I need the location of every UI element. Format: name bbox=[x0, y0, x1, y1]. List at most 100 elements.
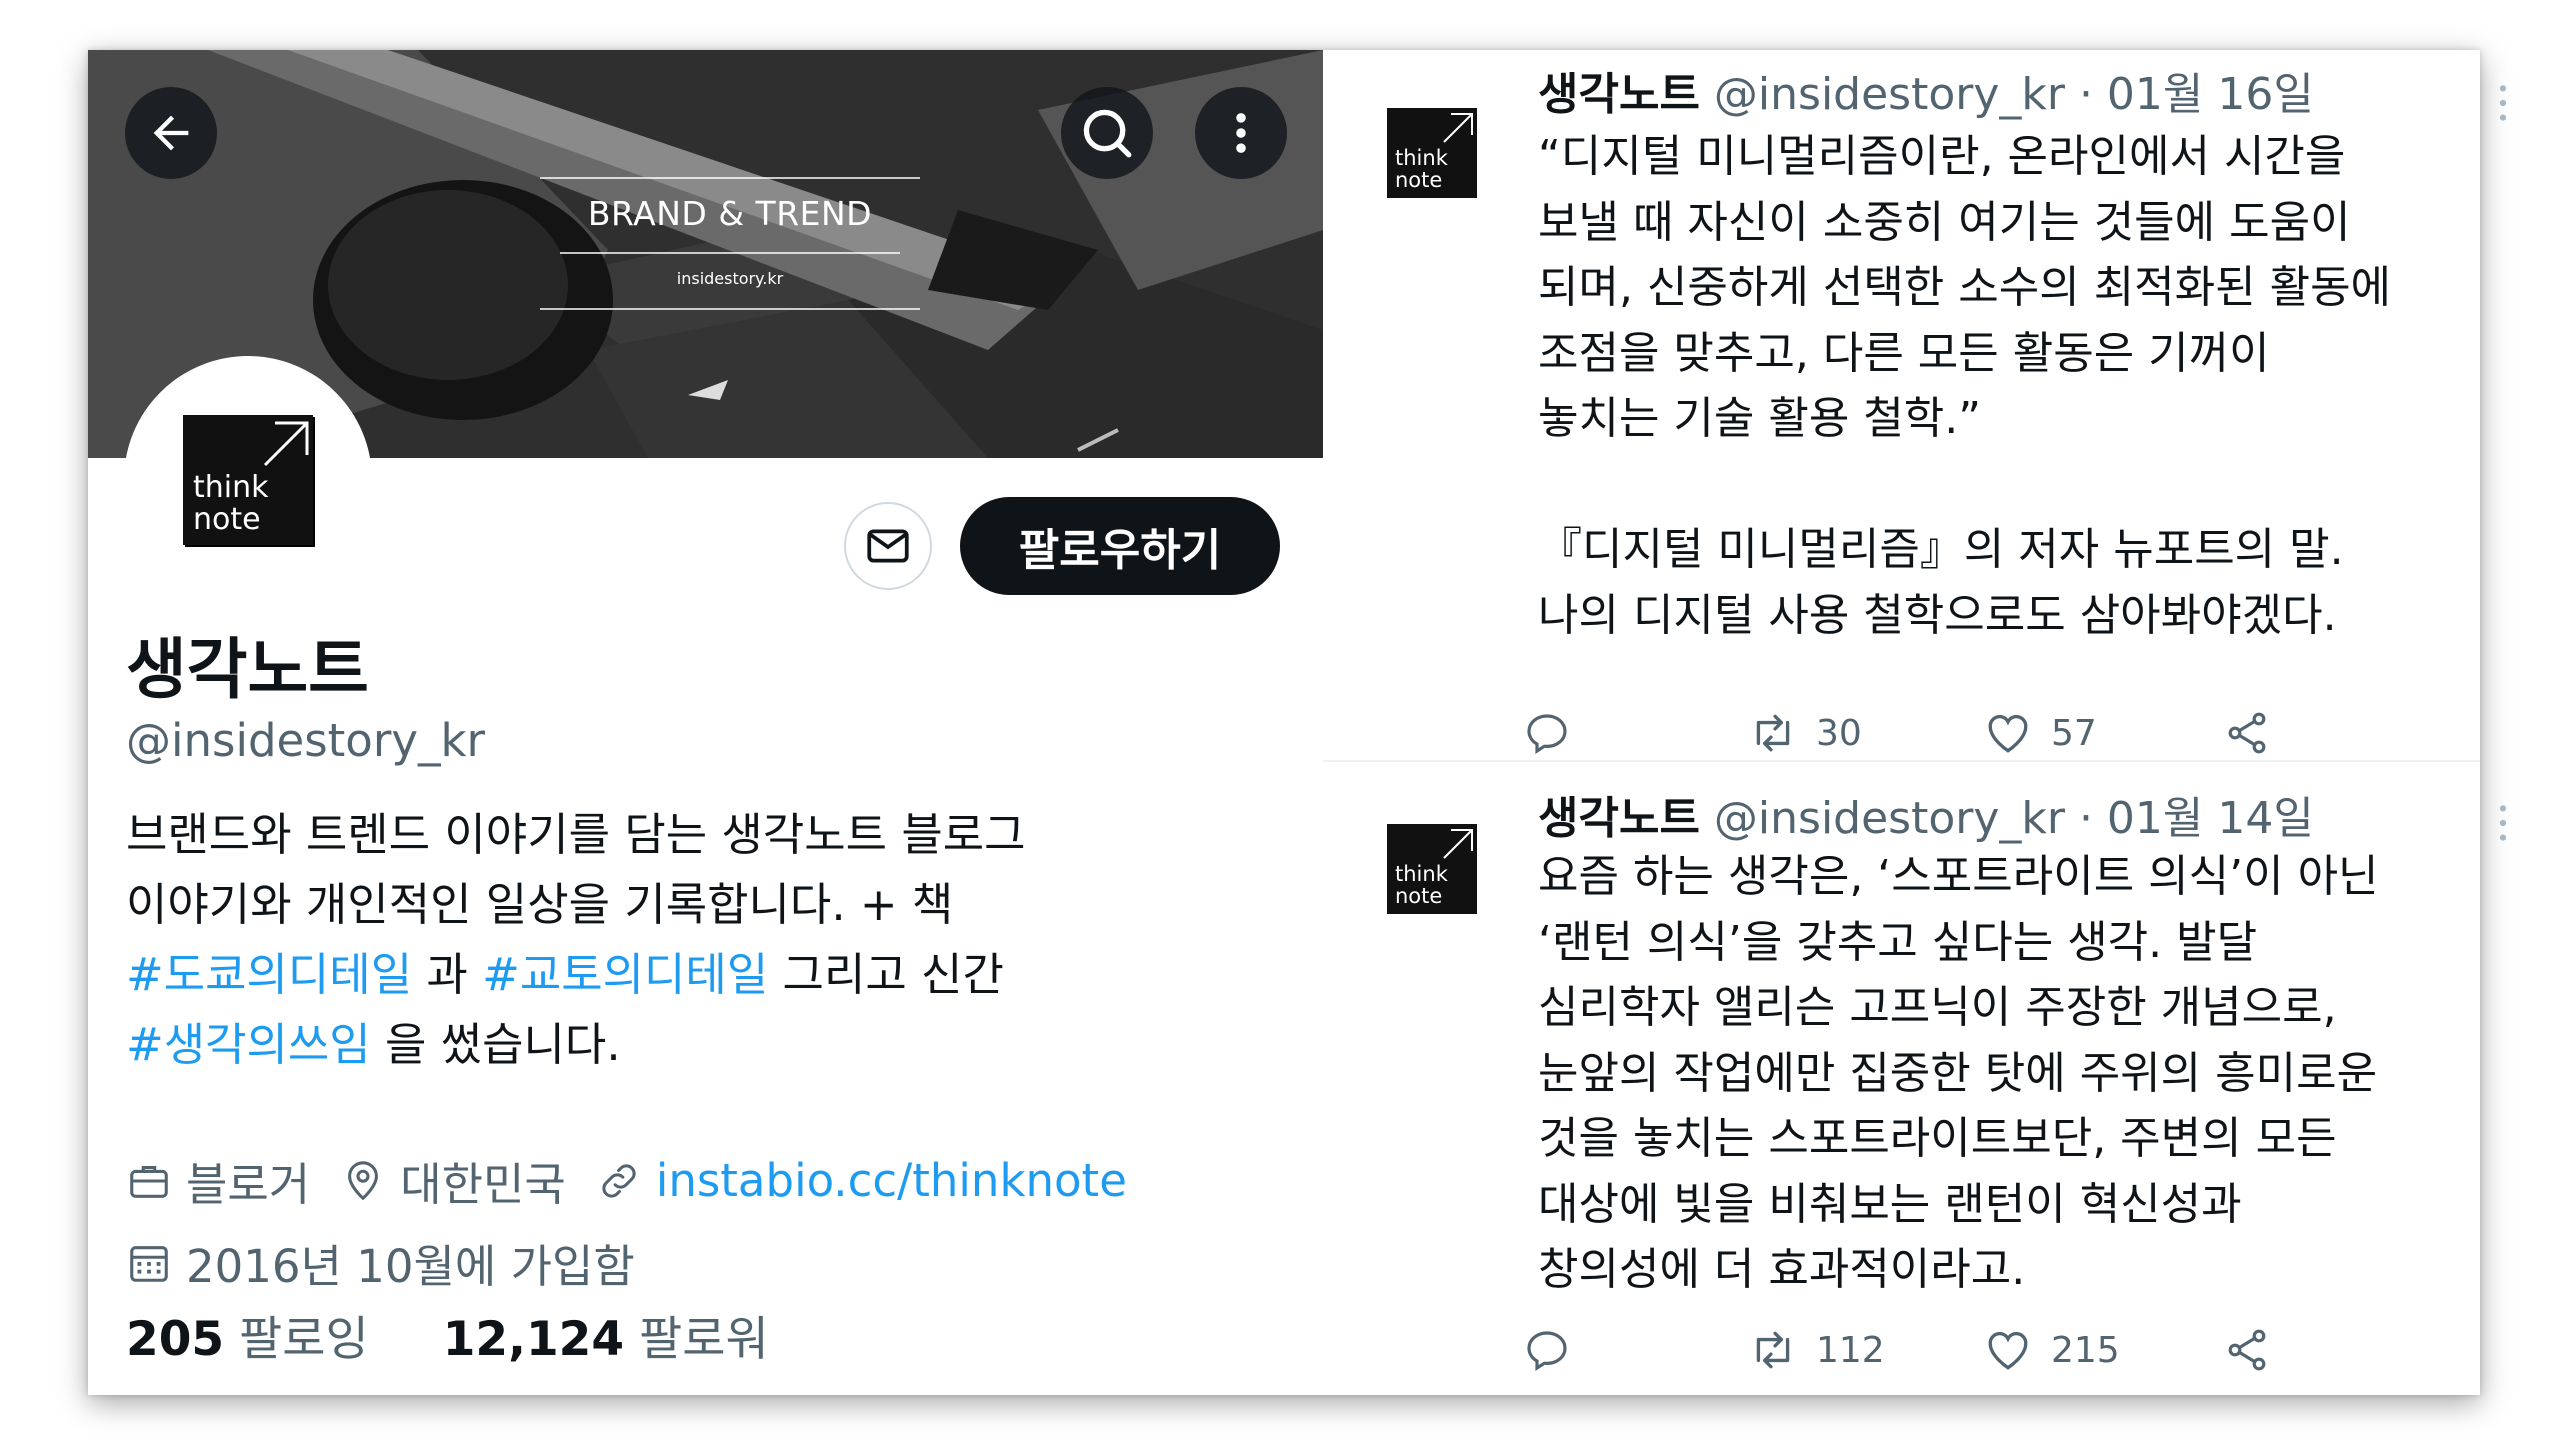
follow-button[interactable]: 팔로우하기 bbox=[960, 497, 1280, 595]
tweet-line: 요즘 하는 생각은, ‘스포트라이트 의식’이 아닌 bbox=[1538, 851, 2379, 902]
tweet-header: 생각노트 @insidestory_kr · 01월 16일 bbox=[1538, 58, 2314, 122]
banner-rule-bottom bbox=[540, 308, 920, 310]
website[interactable]: instabio.cc/thinknote bbox=[596, 1154, 1127, 1207]
retweet-count: 30 bbox=[1816, 712, 1862, 754]
arrow-left-icon bbox=[153, 115, 189, 151]
like-count: 57 bbox=[2051, 712, 2097, 754]
bio-text: 을 썼습니다. bbox=[370, 1018, 621, 1071]
tweet-author-name[interactable]: 생각노트 bbox=[1538, 793, 1700, 844]
bio-line: 이야기와 개인적인 일상을 기록합니다. + 책 bbox=[126, 878, 954, 931]
bio-text: 그리고 신간 bbox=[768, 948, 1004, 1001]
more-options-button[interactable] bbox=[1195, 87, 1287, 179]
tweet-line: 되며, 신중하게 선택한 소수의 최적화된 활동에 bbox=[1538, 262, 2392, 313]
tweet-author-name[interactable]: 생각노트 bbox=[1538, 69, 1700, 120]
display-name: 생각노트 bbox=[126, 631, 369, 708]
tweet-text: 요즘 하는 생각은, ‘스포트라이트 의식’이 아닌 ‘랜턴 의식’을 갖추고 … bbox=[1538, 844, 2379, 1303]
tweet-line: 보낼 때 자신이 소중히 여기는 것들에 도움이 bbox=[1538, 196, 2351, 248]
heart-icon bbox=[1988, 714, 2028, 753]
tweet[interactable]: think note 생각노트 @insidestory_kr · 01월 14… bbox=[1323, 782, 2507, 1395]
like-count: 215 bbox=[2051, 1329, 2120, 1371]
tweet-header: 생각노트 @insidestory_kr · 01월 14일 bbox=[1538, 782, 2314, 846]
search-button[interactable] bbox=[1061, 87, 1153, 179]
tweet-line: ‘랜턴 의식’을 갖추고 싶다는 생각. 발달 bbox=[1538, 916, 2258, 968]
bio-line: 브랜드와 트렌드 이야기를 담는 생각노트 블로그 bbox=[126, 808, 1026, 861]
banner-rule-top bbox=[540, 177, 920, 179]
tweet-avatar[interactable]: think note bbox=[1387, 108, 1477, 198]
search-icon bbox=[1083, 109, 1132, 158]
retweet-button[interactable]: 112 bbox=[1748, 1320, 1885, 1380]
hashtag-link[interactable]: #생각의쓰임 bbox=[126, 1018, 371, 1071]
tweet-line: 창의성에 더 효과적이라고. bbox=[1538, 1244, 2026, 1295]
tweet-actions: 30 57 bbox=[1523, 703, 2423, 763]
tweet-avatar[interactable]: think note bbox=[1387, 824, 1477, 914]
join-date-text: 2016년 10월에 가입함 bbox=[186, 1240, 635, 1293]
followers-count: 12,124 bbox=[442, 1312, 625, 1367]
share-icon bbox=[2228, 1329, 2266, 1371]
hashtag-link[interactable]: #교토의디테일 bbox=[482, 948, 768, 1001]
followers-label: 팔로워 bbox=[624, 1312, 769, 1367]
back-button[interactable] bbox=[125, 87, 217, 179]
tweet-actions: 112 215 bbox=[1523, 1320, 2423, 1380]
tweet-line: 나의 디지털 사용 철학으로도 삼아봐야겠다. bbox=[1538, 589, 2337, 641]
logo-text-line2: note bbox=[1395, 168, 1443, 192]
tweet-line: “디지털 미니멀리즘이란, 온라인에서 시간을 bbox=[1538, 131, 2346, 182]
more-vertical-icon[interactable] bbox=[2488, 798, 2518, 848]
profile-bio: 브랜드와 트렌드 이야기를 담는 생각노트 블로그 이야기와 개인적인 일상을 … bbox=[126, 800, 1286, 1080]
screenshot-frame: BRAND & TREND insidestory.kr think note … bbox=[88, 50, 2507, 1395]
retweet-icon bbox=[1756, 1331, 1790, 1369]
heart-icon bbox=[1988, 1331, 2028, 1370]
tweet-divider bbox=[1323, 760, 2480, 762]
following-link[interactable]: 205 팔로잉 bbox=[126, 1312, 369, 1367]
calendar-icon bbox=[130, 1245, 168, 1282]
tweet-text: “디지털 미니멀리즘이란, 온라인에서 시간을 보낼 때 자신이 소중히 여기는… bbox=[1538, 124, 2391, 648]
followers-link[interactable]: 12,124 팔로워 bbox=[443, 1312, 769, 1367]
logo-text-line1: think bbox=[1395, 146, 1448, 170]
tweet-line: 심리학자 앨리슨 고프닉이 주장한 개념으로, bbox=[1538, 982, 2337, 1033]
share-button[interactable] bbox=[2223, 1320, 2289, 1380]
following-count: 205 bbox=[126, 1312, 225, 1367]
tweet-line: 대상에 빛을 비춰보는 랜턴이 혁신성과 bbox=[1538, 1178, 2242, 1230]
logo-text-line2: note bbox=[193, 502, 261, 537]
retweet-count: 112 bbox=[1816, 1329, 1885, 1371]
message-button[interactable] bbox=[844, 502, 932, 590]
tweets-pane: think note 생각노트 @insidestory_kr · 01월 16… bbox=[1323, 50, 2507, 1395]
tweet-line: 것을 놓치는 스포트라이트보단, 주변의 모든 bbox=[1538, 1113, 2337, 1164]
website-link[interactable]: instabio.cc/thinknote bbox=[656, 1154, 1127, 1207]
tweet-line: 눈앞의 작업에만 집중한 탓에 주위의 흥미로운 bbox=[1538, 1047, 2378, 1099]
retweet-button[interactable]: 30 bbox=[1748, 703, 1862, 763]
profile-handle: @insidestory_kr bbox=[126, 714, 486, 767]
tweet-handle-date: @insidestory_kr · 01월 14일 bbox=[1699, 793, 2314, 844]
more-vertical-icon bbox=[1236, 113, 1246, 153]
follow-counts: 205 팔로잉 12,124 팔로워 bbox=[126, 1300, 769, 1369]
like-button[interactable]: 57 bbox=[1983, 703, 2097, 763]
bio-line: #생각의쓰임 을 썼습니다. bbox=[126, 1010, 1286, 1080]
hashtag-link[interactable]: #도쿄의디테일 bbox=[126, 948, 412, 1001]
bio-line: #도쿄의디테일 과 #교토의디테일 그리고 신간 bbox=[126, 940, 1286, 1010]
link-icon bbox=[602, 1163, 636, 1198]
banner-rule-mid bbox=[560, 252, 900, 254]
share-button[interactable] bbox=[2223, 703, 2289, 763]
tweet-line bbox=[1538, 452, 2391, 518]
reply-button[interactable] bbox=[1523, 1320, 1589, 1380]
more-vertical-icon[interactable] bbox=[2488, 78, 2518, 128]
tweet-line: 놓치는 기술 활용 철학.” bbox=[1538, 393, 1982, 444]
following-label: 팔로잉 bbox=[224, 1312, 369, 1367]
reply-icon bbox=[1527, 714, 1567, 754]
like-button[interactable]: 215 bbox=[1983, 1320, 2120, 1380]
logo-text-line1: think bbox=[1395, 862, 1448, 886]
join-date: 2016년 10월에 가입함 bbox=[126, 1230, 635, 1295]
share-icon bbox=[2228, 712, 2266, 754]
logo-text-line1: think bbox=[193, 470, 269, 505]
logo-text-line2: note bbox=[1395, 884, 1443, 908]
location-text: 대한민국 bbox=[400, 1158, 566, 1211]
avatar[interactable]: think note bbox=[124, 356, 372, 604]
location: 대한민국 bbox=[340, 1148, 566, 1213]
location-pin-icon bbox=[348, 1160, 379, 1200]
retweet-icon bbox=[1756, 714, 1790, 752]
reply-button[interactable] bbox=[1523, 703, 1589, 763]
tweet[interactable]: think note 생각노트 @insidestory_kr · 01월 16… bbox=[1323, 58, 2507, 798]
mail-icon bbox=[867, 529, 909, 563]
tweet-handle-date: @insidestory_kr · 01월 16일 bbox=[1699, 69, 2314, 120]
reply-icon bbox=[1527, 1331, 1567, 1371]
profile-meta-row: 블로거 대한민국 instabio.cc/thinknote bbox=[126, 1148, 1157, 1213]
